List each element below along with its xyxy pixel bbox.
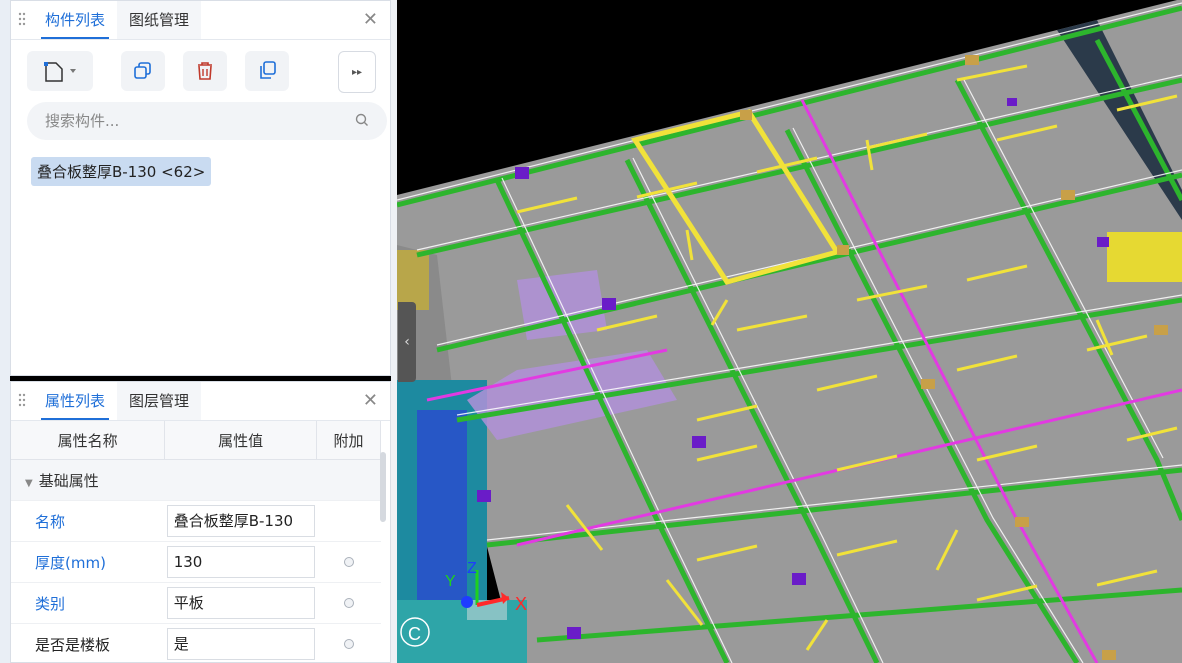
tab-drawing-management[interactable]: 图纸管理 (117, 1, 202, 39)
component-list-item[interactable]: 叠合板整厚B-130 <62> (31, 157, 212, 186)
property-value-field[interactable]: 130 (164, 541, 317, 583)
property-row: 类别 平板 (11, 582, 381, 624)
property-value: 130 (166, 546, 315, 578)
property-value-field[interactable]: 叠合板整厚B-130 (164, 500, 317, 542)
property-value-field[interactable]: 平板 (164, 582, 317, 624)
component-toolbar: ▸▸ (27, 51, 376, 93)
property-panel: 属性列表 图层管理 ✕ 属性名称 属性值 附加 ▼ 基础属性 名称 叠合板整厚B-… (10, 381, 391, 663)
property-group-label: 基础属性 (38, 471, 99, 490)
property-group-row[interactable]: ▼ 基础属性 (11, 459, 381, 501)
drag-grip-icon[interactable] (11, 382, 33, 420)
new-file-icon (44, 62, 76, 82)
property-row: 是否是楼板 是 (11, 623, 381, 662)
property-scrollbar[interactable] (380, 452, 386, 522)
property-value: 是 (166, 628, 315, 660)
property-value-field[interactable]: 是 (164, 623, 317, 662)
property-table-header: 属性名称 属性值 附加 (11, 421, 381, 460)
model-3d-canvas[interactable]: Y Z X C (397, 0, 1182, 663)
axis-label-x: X (515, 594, 527, 614)
double-chevron-icon: ▸▸ (351, 66, 363, 78)
delete-button[interactable] (183, 51, 227, 91)
component-list-panel: 构件列表 图纸管理 ✕ ▸▸ 搜索构件... 叠合板整厚B-130 <62> (10, 0, 391, 376)
property-name: 类别 (11, 582, 165, 624)
left-edge-strip (0, 0, 10, 663)
extra-checkbox[interactable] (343, 598, 354, 608)
copy-icon (134, 62, 151, 79)
collapse-panel-button[interactable]: ‹ (398, 302, 416, 382)
property-name: 是否是楼板 (11, 623, 165, 662)
tab-layer-management[interactable]: 图层管理 (117, 382, 202, 420)
chevron-left-icon: ‹ (404, 334, 410, 350)
extra-checkbox[interactable] (343, 557, 354, 567)
search-input[interactable]: 搜索构件... (27, 102, 387, 140)
extra-checkbox[interactable] (343, 639, 354, 649)
close-icon[interactable]: ✕ (363, 9, 378, 30)
axis-label-y: Y (445, 573, 456, 590)
column-header-name: 属性名称 (11, 421, 166, 460)
drag-grip-icon[interactable] (11, 1, 33, 39)
search-placeholder: 搜索构件... (45, 112, 120, 130)
property-row: 厚度(mm) 130 (11, 541, 381, 583)
property-panel-tabbar: 属性列表 图层管理 ✕ (11, 382, 390, 421)
property-name: 厚度(mm) (11, 541, 165, 583)
component-panel-tabbar: 构件列表 图纸管理 ✕ (11, 1, 390, 40)
tab-property-list[interactable]: 属性列表 (33, 382, 118, 420)
property-table: 属性名称 属性值 附加 ▼ 基础属性 名称 叠合板整厚B-130 厚度(mm) 1… (11, 421, 381, 662)
copy-button[interactable] (121, 51, 165, 91)
model-3d-viewport[interactable]: Y Z X C (397, 0, 1182, 663)
copy-stack-icon (260, 61, 276, 79)
close-icon[interactable]: ✕ (363, 390, 378, 411)
copy-to-floor-button[interactable] (245, 51, 289, 91)
search-icon (355, 113, 368, 126)
column-header-extra: 附加 (316, 421, 381, 460)
new-component-button[interactable] (27, 51, 93, 91)
property-extra-cell (316, 500, 381, 542)
property-name: 名称 (11, 500, 165, 542)
tab-component-list[interactable]: 构件列表 (33, 1, 118, 39)
axis-label-z: Z (467, 560, 477, 577)
trash-icon (198, 62, 212, 80)
more-button[interactable]: ▸▸ (338, 51, 376, 93)
property-value: 叠合板整厚B-130 (166, 505, 315, 537)
property-value: 平板 (166, 587, 315, 619)
axis-circle-label: C (408, 624, 421, 644)
property-row: 名称 叠合板整厚B-130 (11, 500, 381, 542)
collapse-triangle-icon[interactable]: ▼ (25, 478, 33, 489)
column-header-value: 属性值 (164, 421, 318, 460)
